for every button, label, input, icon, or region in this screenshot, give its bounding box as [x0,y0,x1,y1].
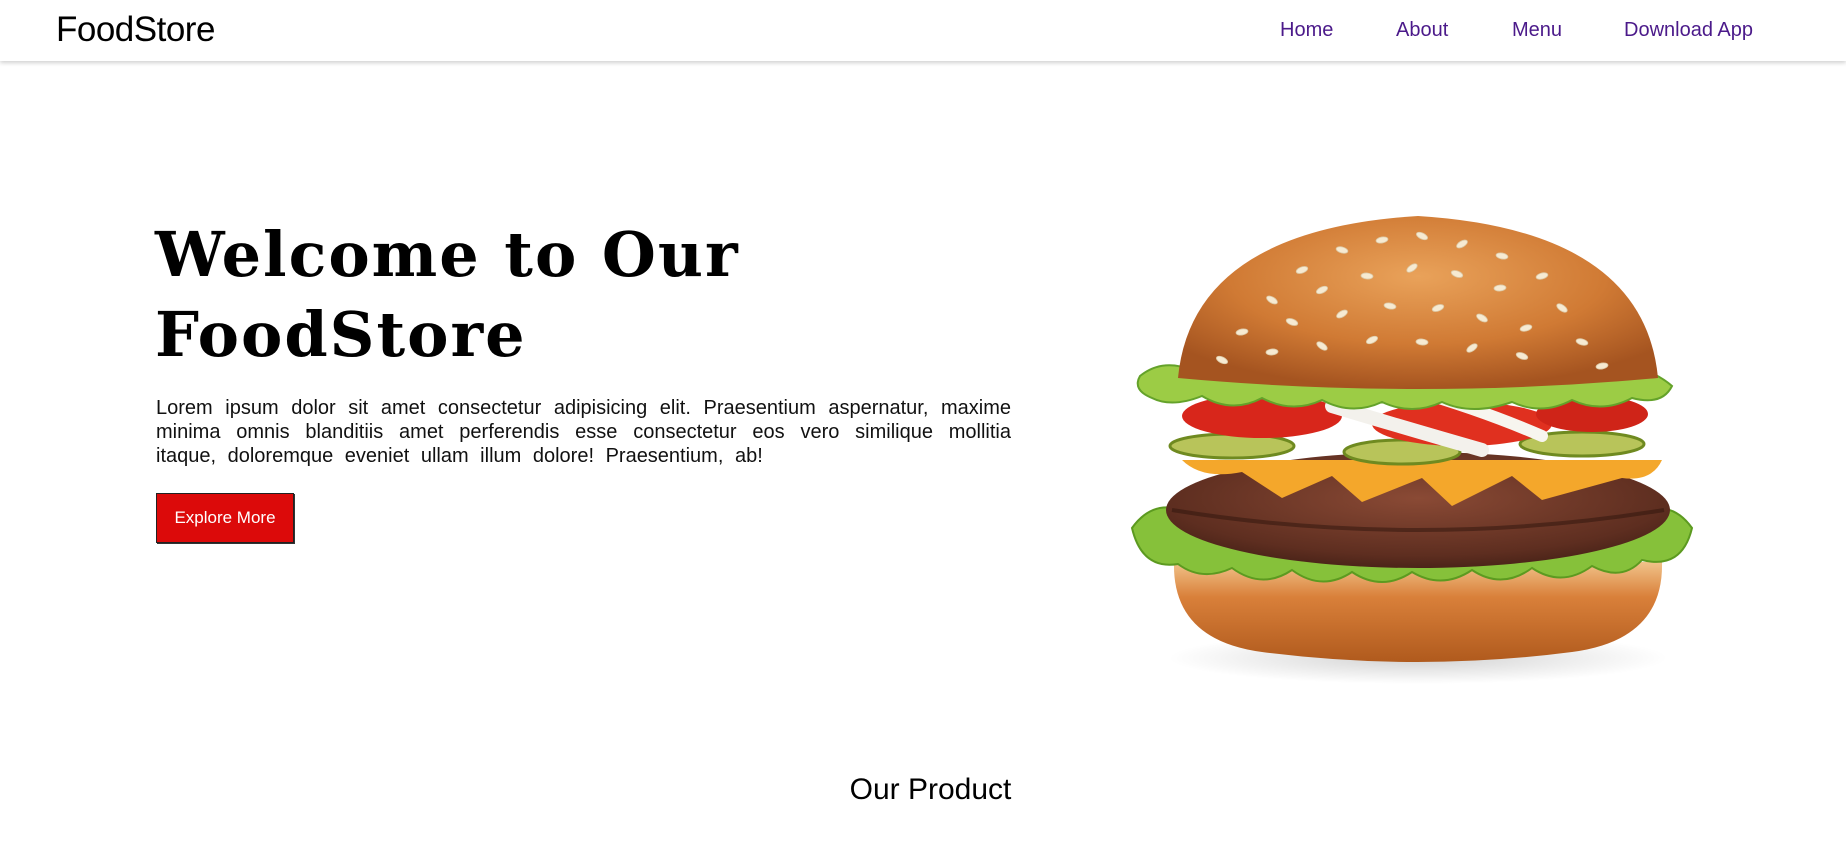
nav-link-home[interactable]: Home [1280,16,1333,44]
hero-title: Welcome to Our FoodStore [155,218,740,371]
navbar: FoodStore Home About Menu Download App [0,0,1846,61]
nav-link-about[interactable]: About [1396,16,1448,44]
nav-link-menu[interactable]: Menu [1512,16,1562,44]
nav-link-download-app[interactable]: Download App [1624,16,1753,44]
section-title-our-product: Our Product [849,773,1012,806]
hero-description: Lorem ipsum dolor sit amet consectetur a… [156,397,1011,467]
burger-image [1130,216,1694,684]
explore-more-button[interactable]: Explore More [156,493,294,543]
nav-links: Home About Menu Download App [0,16,1846,46]
